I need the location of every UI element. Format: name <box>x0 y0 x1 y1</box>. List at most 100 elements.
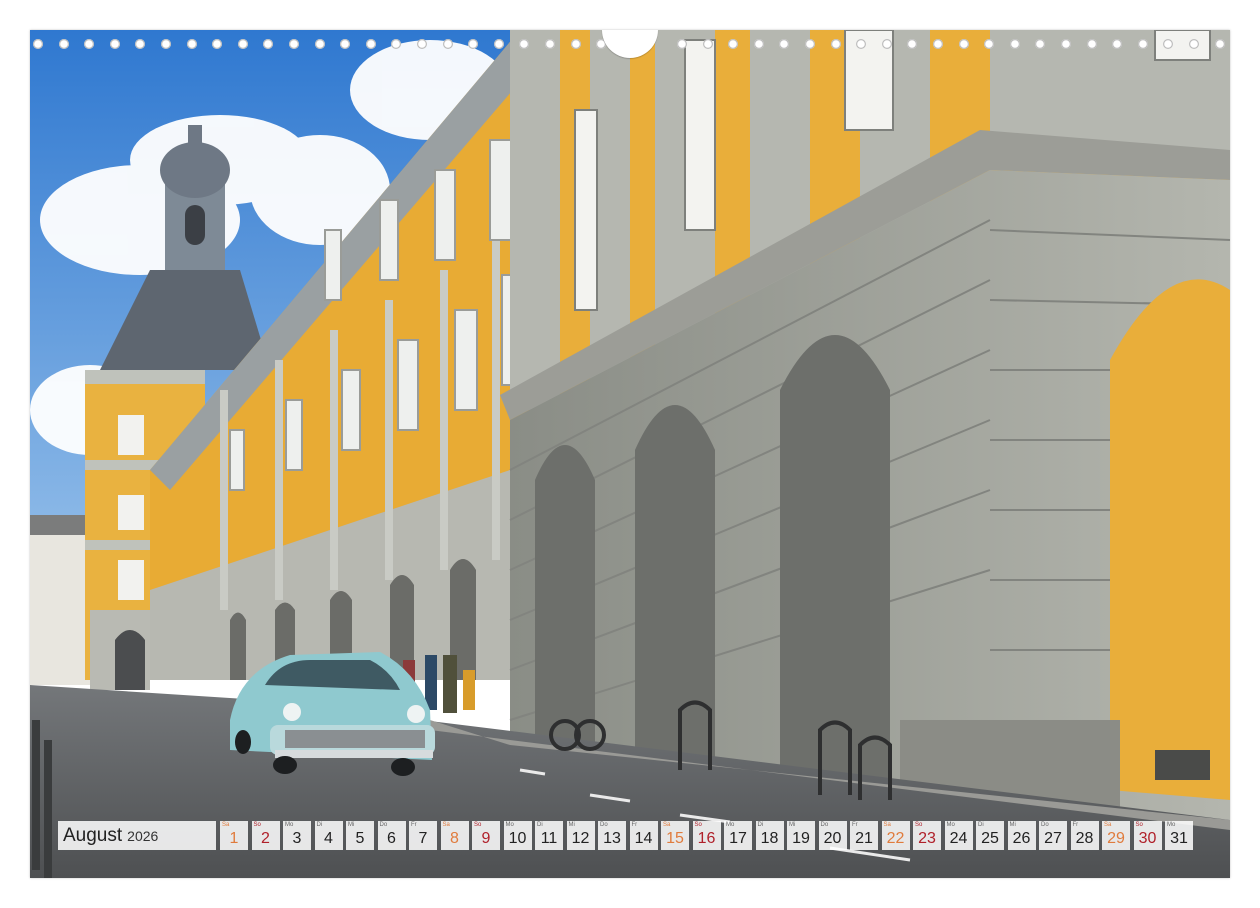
day-number: 8 <box>450 830 459 847</box>
binding-hole <box>545 39 555 49</box>
day-weekday: Di <box>978 822 984 828</box>
day-cell: Di 25 <box>976 821 1004 850</box>
day-cell: Do 20 <box>818 821 847 850</box>
day-number: 18 <box>760 830 779 847</box>
binding-hole <box>493 39 504 49</box>
day-weekday: Mo <box>1167 822 1176 828</box>
binding-hole <box>830 39 841 49</box>
large-arch-right <box>1110 279 1230 800</box>
calendar-photo <box>30 30 1230 878</box>
day-cell: So 9 <box>472 821 500 850</box>
binding-hole <box>442 39 453 49</box>
day-weekday: Mo <box>505 822 514 828</box>
binding-hole <box>314 39 325 49</box>
binding-hole <box>1214 39 1225 49</box>
day-cell: Mo 31 <box>1165 821 1193 850</box>
binding-hole <box>391 39 402 49</box>
day-cell: Fr 28 <box>1070 821 1099 850</box>
day-weekday: Mo <box>285 822 294 828</box>
day-cell: Mo 17 <box>724 821 752 850</box>
binding-hole <box>805 39 815 49</box>
day-number: 5 <box>355 830 365 847</box>
binding-hole <box>1189 39 1199 49</box>
binding-hole <box>33 39 43 49</box>
binding-hole <box>289 39 299 49</box>
day-number: 9 <box>481 830 491 847</box>
binding-hole <box>753 39 764 49</box>
day-cell: Fr 14 <box>629 821 658 850</box>
day-weekday: Fr <box>411 822 417 828</box>
distant-building <box>30 515 90 685</box>
binding-hole <box>984 39 995 49</box>
binding-hole <box>1035 39 1046 49</box>
day-weekday: Sa <box>883 822 891 828</box>
day-cell: Mo 10 <box>503 821 532 850</box>
day-number: 23 <box>918 830 936 847</box>
day-weekday: Mo <box>946 822 955 828</box>
day-weekday: Do <box>600 822 608 828</box>
day-weekday: So <box>915 822 923 828</box>
day-weekday: Di <box>757 822 764 828</box>
day-number: 6 <box>387 830 396 847</box>
day-weekday: Mi <box>568 822 575 828</box>
day-number: 12 <box>571 830 590 847</box>
day-cell: So 16 <box>692 821 721 850</box>
month-name: August <box>63 824 123 846</box>
day-weekday: Sa <box>663 822 671 828</box>
day-cell: Fr 7 <box>409 821 437 850</box>
binding-hole <box>365 39 376 49</box>
day-number: 20 <box>823 830 842 847</box>
day-cell: Sa 22 <box>881 821 910 850</box>
day-number: 2 <box>261 830 270 847</box>
day-cell: So 23 <box>913 821 941 850</box>
day-number: 16 <box>697 830 716 847</box>
binding-hole <box>212 39 223 49</box>
day-weekday: Do <box>820 822 829 828</box>
binding-hole <box>263 39 274 49</box>
day-cell: Di 11 <box>535 821 563 850</box>
day-cell: Mi 26 <box>1007 821 1036 850</box>
day-weekday: Fr <box>631 822 638 828</box>
day-number: 11 <box>540 830 558 847</box>
day-cell: So 30 <box>1133 821 1162 850</box>
calendar-strip: August 2026 Sa 1 So 2 Mo 3 Di 4 Mi 5 Do 6 Fr 7 Sa 8 So 9 M… <box>58 821 1197 850</box>
day-cell: Do 13 <box>598 821 626 850</box>
binding-hole <box>1112 39 1123 49</box>
day-weekday: Di <box>537 822 543 828</box>
day-cell: Sa 8 <box>440 821 469 850</box>
day-number: 10 <box>508 830 527 847</box>
binding-hole <box>677 39 687 49</box>
month-label: August 2026 <box>58 821 216 850</box>
day-number: 3 <box>292 830 302 847</box>
day-cell: Mo 3 <box>283 821 311 850</box>
day-cell: Mi 19 <box>787 821 815 850</box>
day-number: 27 <box>1044 830 1062 847</box>
day-number: 17 <box>729 830 747 847</box>
binding-hole <box>340 39 351 49</box>
day-cell: Sa 1 <box>220 821 248 850</box>
binding-hole <box>570 39 581 49</box>
binding-hole <box>1086 39 1097 49</box>
day-cell: Mo 24 <box>944 821 973 850</box>
binding-hole <box>58 39 69 49</box>
day-number: 31 <box>1170 830 1188 847</box>
day-weekday: Sa <box>1104 822 1112 828</box>
day-number: 19 <box>792 830 810 847</box>
day-weekday: Fr <box>852 822 858 828</box>
binding-hole <box>1137 39 1148 49</box>
binding-hole <box>702 39 713 49</box>
day-cell: Sa 29 <box>1102 821 1130 850</box>
day-weekday: Do <box>379 822 388 828</box>
day-weekday: Mo <box>726 822 735 828</box>
day-number: 29 <box>1107 830 1125 847</box>
binding-hole <box>958 39 969 49</box>
binding-hole <box>519 39 530 49</box>
day-number: 24 <box>949 830 968 847</box>
day-number: 1 <box>229 830 239 847</box>
day-weekday: Sa <box>442 822 450 828</box>
binding-hole <box>907 39 918 49</box>
binding-hole <box>1061 39 1071 49</box>
day-weekday: Fr <box>1072 822 1079 828</box>
day-weekday: So <box>694 822 702 828</box>
day-number: 21 <box>855 830 873 847</box>
